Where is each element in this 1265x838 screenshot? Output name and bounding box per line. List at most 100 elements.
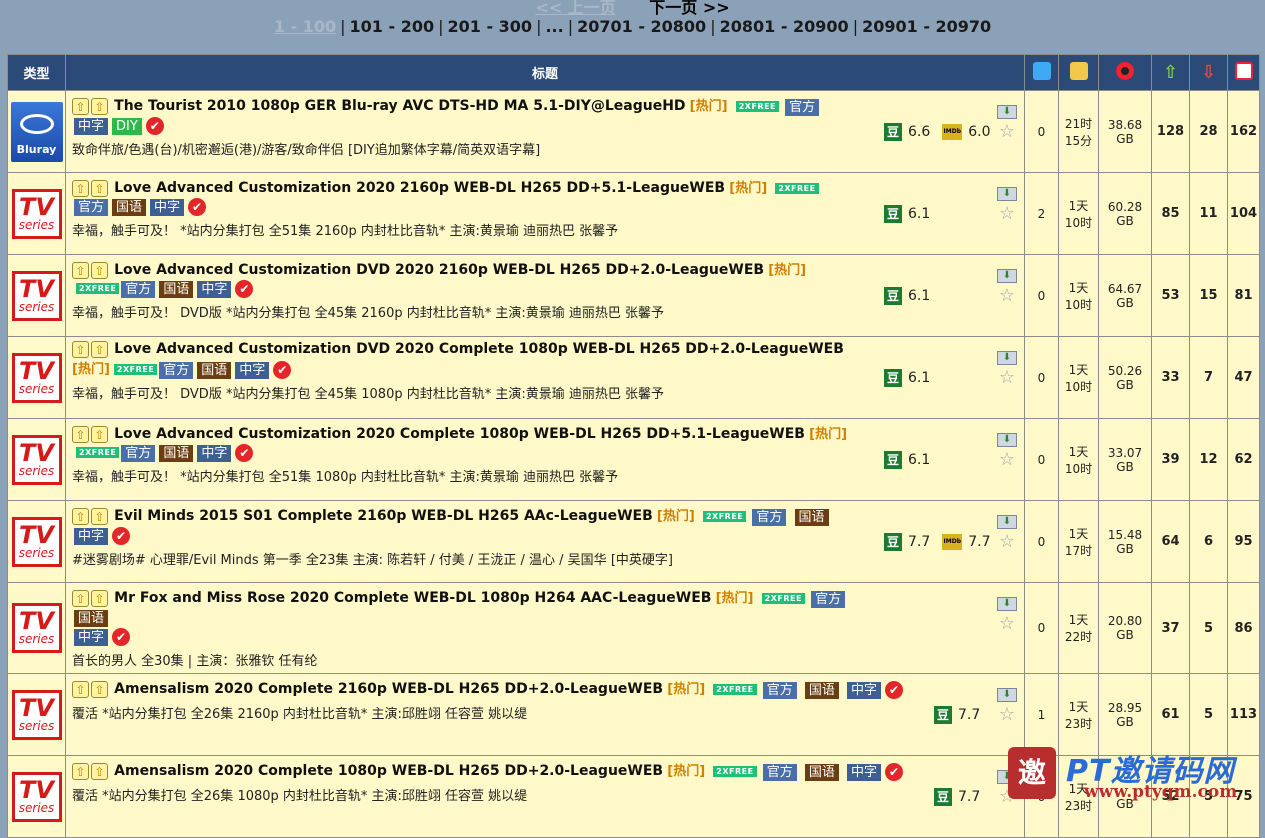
category-tv-series-icon[interactable]: TV series: [11, 771, 62, 822]
download-icon[interactable]: ⬇: [997, 269, 1017, 283]
bookmark-star-icon[interactable]: ☆: [995, 204, 1019, 224]
seeders-count[interactable]: 53: [1151, 254, 1190, 337]
time-added: 21时 15分: [1058, 90, 1099, 173]
completed-count[interactable]: 104: [1227, 172, 1260, 255]
seeders-count[interactable]: 33: [1151, 336, 1190, 419]
torrent-title-link[interactable]: Amensalism 2020 Complete 2160p WEB-DL H2…: [114, 681, 663, 697]
leechers-count[interactable]: 6: [1189, 500, 1228, 583]
page-range-link[interactable]: 20801 - 20900: [720, 17, 849, 36]
completed-count[interactable]: 62: [1227, 418, 1260, 501]
page-range-link[interactable]: 101 - 200: [350, 17, 435, 36]
official-tag: 官方: [762, 764, 797, 781]
category-cell: TV series: [7, 500, 66, 583]
page-range-link[interactable]: 20701 - 20800: [577, 17, 706, 36]
seeders-count[interactable]: 64: [1151, 500, 1190, 583]
torrent-title-link[interactable]: Love Advanced Customization DVD 2020 Com…: [114, 341, 844, 357]
mandarin-tag: 国语: [197, 362, 232, 379]
bookmark-star-icon[interactable]: ☆: [995, 122, 1019, 142]
prev-page-link[interactable]: << 上一页: [535, 0, 615, 17]
next-page-link[interactable]: 下一页 >>: [649, 0, 729, 17]
column-header-size[interactable]: [1098, 54, 1152, 91]
category-tv-series-icon[interactable]: TV series: [11, 603, 62, 653]
column-header-comments[interactable]: [1024, 54, 1059, 91]
comments-count[interactable]: 2: [1024, 172, 1059, 255]
comments-count[interactable]: 0: [1024, 254, 1059, 337]
completed-count[interactable]: 47: [1227, 336, 1260, 419]
comments-count[interactable]: 0: [1024, 418, 1059, 501]
torrent-title-link[interactable]: Love Advanced Customization 2020 2160p W…: [114, 180, 725, 196]
torrent-title-link[interactable]: Love Advanced Customization DVD 2020 216…: [114, 262, 764, 278]
column-header-title[interactable]: 标题: [65, 54, 1025, 91]
sticky-up-icon: ⇧: [91, 180, 108, 197]
torrent-title-link[interactable]: Mr Fox and Miss Rose 2020 Complete WEB-D…: [114, 590, 711, 606]
column-header-time[interactable]: [1058, 54, 1099, 91]
download-icon[interactable]: ⬇: [997, 105, 1017, 119]
column-header-seeders[interactable]: ⇧: [1151, 54, 1190, 91]
torrent-title-link[interactable]: The Tourist 2010 1080p GER Blu-ray AVC D…: [114, 98, 685, 114]
comments-count[interactable]: 0: [1024, 336, 1059, 419]
leechers-count[interactable]: 7: [1189, 336, 1228, 419]
seeders-count[interactable]: 39: [1151, 418, 1190, 501]
download-icon[interactable]: ⬇: [997, 351, 1017, 365]
torrent-row: TV series ⇧ ⇧ Love Advanced Customization D…: [7, 336, 1260, 419]
category-tv-series-icon[interactable]: TV series: [11, 270, 62, 321]
bookmark-star-icon[interactable]: ☆: [995, 614, 1019, 634]
download-icon[interactable]: ⬇: [997, 688, 1017, 702]
checked-icon: ✔: [235, 443, 254, 462]
category-tv-series-icon[interactable]: TV series: [11, 516, 62, 567]
seeders-count[interactable]: 128: [1151, 90, 1190, 173]
leechers-count[interactable]: 12: [1189, 418, 1228, 501]
seeders-count[interactable]: 85: [1151, 172, 1190, 255]
comments-count[interactable]: 0: [1024, 582, 1059, 674]
bookmark-star-icon[interactable]: ☆: [995, 368, 1019, 388]
category-tv-series-icon[interactable]: TV series: [11, 689, 62, 740]
category-tv-series-icon[interactable]: TV series: [11, 434, 62, 485]
download-icon[interactable]: ⬇: [997, 515, 1017, 529]
checked-icon: ✔: [112, 627, 131, 646]
completed-count[interactable]: 86: [1227, 582, 1260, 674]
comments-count[interactable]: 0: [1024, 90, 1059, 173]
completed-count[interactable]: 81: [1227, 254, 1260, 337]
download-icon[interactable]: ⬇: [997, 187, 1017, 201]
torrent-title-link[interactable]: Evil Minds 2015 S01 Complete 2160p WEB-D…: [114, 508, 653, 524]
page-range-link[interactable]: 201 - 300: [447, 17, 532, 36]
column-header-completed[interactable]: [1227, 54, 1260, 91]
category-cell: TV series: [7, 336, 66, 419]
seeders-count[interactable]: 37: [1151, 582, 1190, 674]
torrent-row: Bluray ⇧ ⇧ The Tourist 2010 1080p GER Blu-…: [7, 90, 1260, 173]
leechers-count[interactable]: 11: [1189, 172, 1228, 255]
page-range-link[interactable]: 20901 - 20970: [862, 17, 991, 36]
completed-count[interactable]: 162: [1227, 90, 1260, 173]
official-tag: 官方: [785, 99, 820, 116]
page-range-list: 1 - 100 | 101 - 200 | 201 - 300 |... | 20701 - …: [273, 17, 992, 36]
bookmark-star-icon[interactable]: ☆: [995, 450, 1019, 470]
chinese-sub-tag: 中字: [150, 199, 185, 216]
download-icon[interactable]: ⬇: [997, 433, 1017, 447]
column-header-leechers[interactable]: ⇩: [1189, 54, 1228, 91]
bookmark-star-icon[interactable]: ☆: [995, 532, 1019, 552]
bookmark-star-icon[interactable]: ☆: [995, 286, 1019, 306]
free-badge: 2XFREE: [702, 511, 747, 522]
hot-tag: [热门]: [809, 427, 848, 442]
douban-icon: 豆: [884, 450, 902, 469]
bookmark-star-icon[interactable]: ☆: [995, 705, 1019, 725]
chinese-sub-tag: 中字: [847, 682, 882, 699]
official-tag: 官方: [121, 281, 156, 298]
download-icon[interactable]: ⬇: [997, 597, 1017, 611]
page-range-current[interactable]: 1 - 100: [274, 17, 336, 36]
row-actions: ⬇ ☆: [995, 597, 1019, 634]
completed-count[interactable]: 95: [1227, 500, 1260, 583]
chinese-sub-tag: 中字: [74, 629, 109, 646]
category-tv-series-icon[interactable]: TV series: [11, 352, 62, 403]
leechers-count[interactable]: 28: [1189, 90, 1228, 173]
comments-count[interactable]: 0: [1024, 500, 1059, 583]
column-header-type[interactable]: 类型: [7, 54, 66, 91]
category-tv-series-icon[interactable]: TV series: [11, 188, 62, 239]
category-bluray-icon[interactable]: Bluray: [10, 101, 63, 162]
sticky-up-icon: ⇧: [72, 262, 89, 279]
leechers-count[interactable]: 5: [1189, 582, 1228, 674]
torrent-title-link[interactable]: Love Advanced Customization 2020 Complet…: [114, 426, 805, 442]
douban-rating: 6.1: [908, 205, 931, 222]
torrent-title-link[interactable]: Amensalism 2020 Complete 1080p WEB-DL H2…: [114, 763, 663, 779]
leechers-count[interactable]: 15: [1189, 254, 1228, 337]
